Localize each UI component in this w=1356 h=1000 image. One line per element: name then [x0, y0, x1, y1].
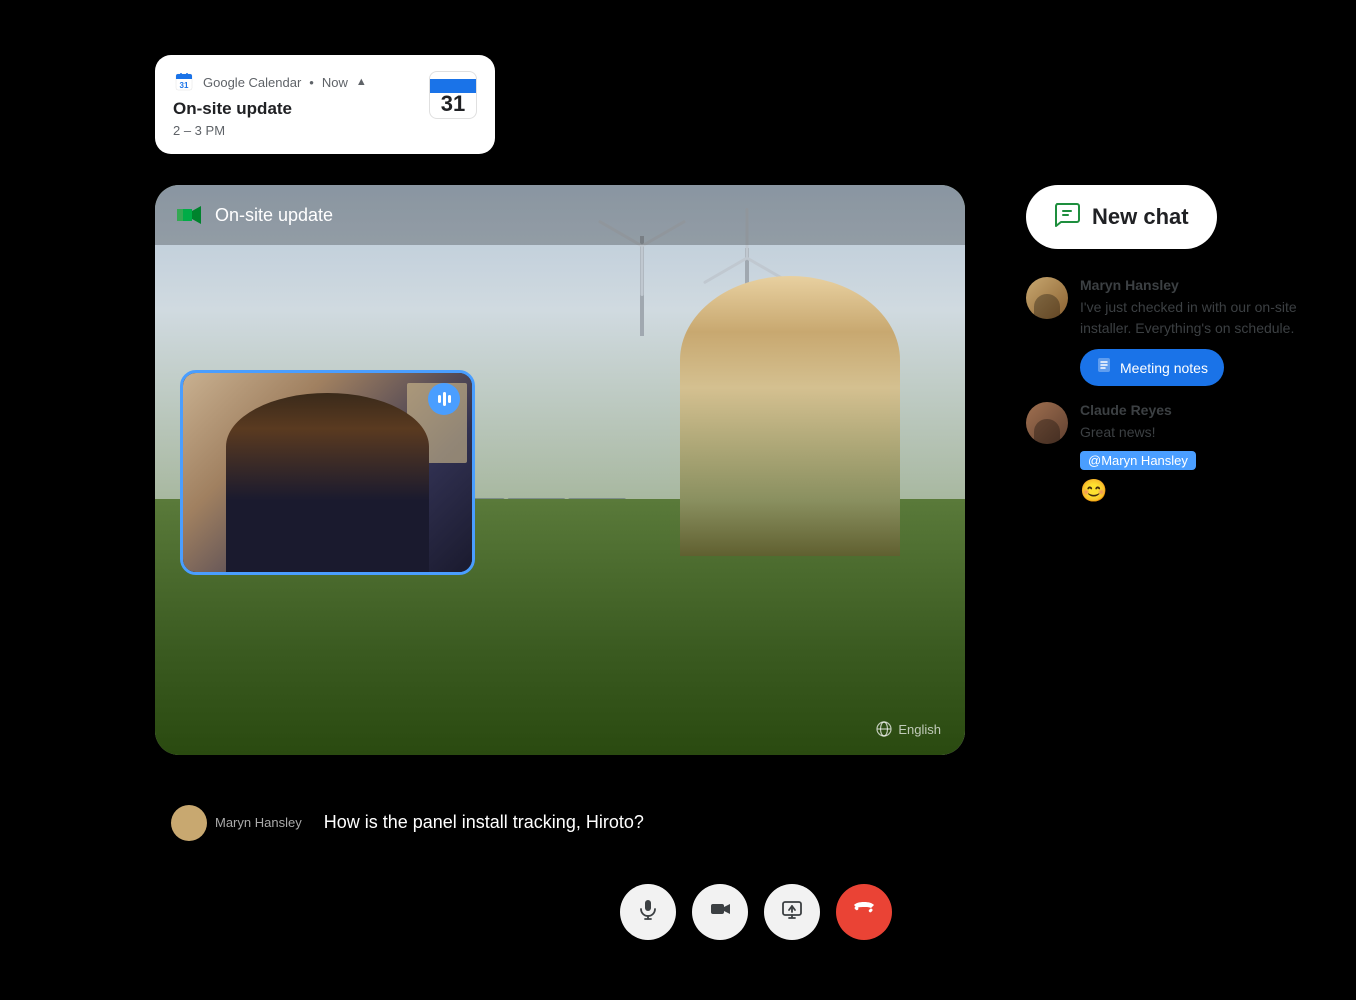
emoji-reaction: 😊 — [1080, 478, 1196, 504]
notification-title: On-site update — [173, 99, 367, 119]
chat-text-maryn: I've just checked in with our on-site in… — [1080, 297, 1316, 339]
notification-calendar-badge: 31 — [429, 71, 477, 119]
chat-message-claude: Claude Reyes Great news! @Maryn Hansley … — [1026, 402, 1316, 504]
chat-sender-maryn: Maryn Hansley — [1080, 277, 1316, 293]
blade-5 — [640, 246, 643, 296]
control-bar — [155, 884, 1356, 940]
avatar-claude — [1026, 402, 1068, 444]
chat-sender-claude: Claude Reyes — [1080, 402, 1196, 418]
caption-speaker: Maryn Hansley — [215, 815, 302, 830]
chat-text-claude: Great news! — [1080, 422, 1196, 443]
audio-bar-2 — [443, 392, 446, 406]
mic-icon — [637, 898, 659, 926]
right-panel: New chat Maryn Hansley I've just checked… — [1026, 185, 1316, 520]
mic-button[interactable] — [620, 884, 676, 940]
chat-section: Maryn Hansley I've just checked in with … — [1026, 277, 1316, 520]
language-label: English — [898, 722, 941, 737]
present-button[interactable] — [764, 884, 820, 940]
meeting-notes-button[interactable]: Meeting notes — [1080, 349, 1224, 386]
avatar-face-maryn — [1026, 277, 1068, 319]
end-call-button[interactable] — [836, 884, 892, 940]
avatar-maryn — [1026, 277, 1068, 319]
notification-dot: • — [309, 75, 314, 90]
pip-person — [226, 393, 428, 572]
avatar-body-maryn — [1034, 294, 1059, 319]
svg-text:31: 31 — [180, 81, 189, 90]
caption-text: How is the panel install tracking, Hirot… — [324, 812, 644, 833]
new-chat-button[interactable]: New chat — [1026, 185, 1217, 249]
audio-bars — [438, 392, 451, 406]
camera-button[interactable] — [692, 884, 748, 940]
video-call-title: On-site update — [215, 205, 333, 226]
new-chat-icon — [1054, 201, 1080, 233]
meeting-notes-icon — [1096, 357, 1112, 378]
camera-icon — [709, 898, 731, 926]
caption-bar: Maryn Hansley How is the panel install t… — [155, 800, 965, 845]
calendar-badge: 31 — [429, 71, 477, 119]
worker-silhouette — [680, 276, 900, 556]
audio-bar-3 — [448, 395, 451, 403]
avatar-face-claude — [1026, 402, 1068, 444]
chat-content-maryn: Maryn Hansley I've just checked in with … — [1080, 277, 1316, 386]
new-chat-label: New chat — [1092, 204, 1189, 230]
notification-timerange: 2 – 3 PM — [173, 123, 367, 138]
audio-indicator — [428, 383, 460, 415]
notification-content: 31 Google Calendar • Now ▲ On-site updat… — [173, 71, 367, 138]
gcal-icon: 31 — [173, 71, 195, 93]
notification-header: 31 Google Calendar • Now ▲ — [173, 71, 367, 93]
mention-badge: @Maryn Hansley — [1080, 451, 1196, 470]
meet-logo — [175, 201, 203, 229]
language-indicator: English — [862, 713, 955, 745]
caption-avatar — [171, 805, 207, 841]
chat-content-claude: Claude Reyes Great news! @Maryn Hansley … — [1080, 402, 1196, 504]
notification-source: Google Calendar — [203, 75, 301, 90]
meet-header: On-site update — [155, 185, 965, 245]
notification-chevron: ▲ — [356, 76, 367, 88]
chat-message-maryn: Maryn Hansley I've just checked in with … — [1026, 277, 1316, 386]
avatar-body-claude — [1034, 419, 1059, 444]
pip-video — [180, 370, 475, 575]
audio-bar-1 — [438, 395, 441, 403]
present-icon — [781, 898, 803, 926]
notification-card[interactable]: 31 Google Calendar • Now ▲ On-site updat… — [155, 55, 495, 154]
notification-time: Now — [322, 75, 348, 90]
end-call-icon — [852, 897, 876, 927]
meeting-notes-label: Meeting notes — [1120, 360, 1208, 376]
calendar-badge-number: 31 — [441, 93, 465, 118]
blade-3 — [703, 256, 748, 284]
